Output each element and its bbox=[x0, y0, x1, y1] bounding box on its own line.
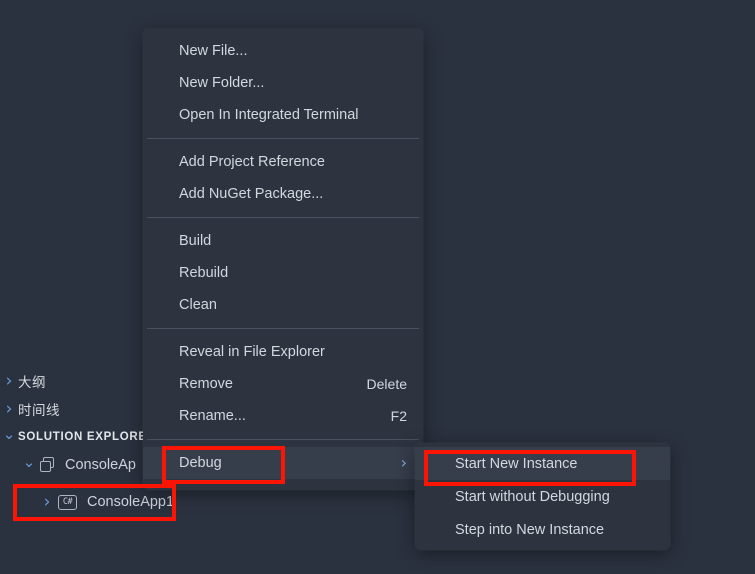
menu-item-shortcut: F2 bbox=[390, 408, 407, 424]
submenu-item-step-into-new-instance[interactable]: Step into New Instance bbox=[415, 513, 670, 546]
menu-item-label: Rebuild bbox=[179, 265, 229, 281]
menu-item-label: Open In Integrated Terminal bbox=[179, 107, 359, 123]
menu-item-remove[interactable]: Remove Delete bbox=[143, 368, 423, 400]
menu-item-label: Remove bbox=[179, 376, 233, 392]
tree-item-label: ConsoleApp1 bbox=[87, 494, 175, 510]
tree-item-solution[interactable]: ConsoleAp bbox=[18, 450, 136, 480]
csharp-icon: C# bbox=[58, 494, 77, 510]
menu-item-open-in-integrated-terminal[interactable]: Open In Integrated Terminal bbox=[143, 99, 423, 131]
menu-item-label: Debug bbox=[179, 455, 222, 471]
menu-item-label: Clean bbox=[179, 297, 217, 313]
menu-item-reveal-in-file-explorer[interactable]: Reveal in File Explorer bbox=[143, 336, 423, 368]
menu-item-label: Build bbox=[179, 233, 212, 249]
menu-item-label: Start without Debugging bbox=[455, 488, 610, 505]
menu-item-build[interactable]: Build bbox=[143, 225, 423, 257]
sidebar-panel-label: SOLUTION EXPLORER bbox=[18, 431, 156, 443]
menu-item-new-folder[interactable]: New Folder... bbox=[143, 67, 423, 99]
chevron-down-icon[interactable] bbox=[0, 430, 18, 445]
menu-item-label: New Folder... bbox=[179, 75, 265, 91]
menu-item-label: Step into New Instance bbox=[455, 521, 605, 538]
menu-item-debug[interactable]: Debug › bbox=[143, 447, 423, 479]
menu-separator bbox=[147, 439, 419, 440]
menu-item-label: Rename... bbox=[179, 408, 246, 424]
menu-item-shortcut: Delete bbox=[366, 376, 407, 392]
chevron-right-icon: › bbox=[400, 453, 407, 472]
chevron-right-icon[interactable] bbox=[36, 494, 58, 511]
menu-item-label: Add NuGet Package... bbox=[179, 186, 324, 202]
menu-item-rebuild[interactable]: Rebuild bbox=[143, 257, 423, 289]
menu-separator bbox=[147, 328, 419, 329]
submenu-item-start-without-debugging[interactable]: Start without Debugging bbox=[415, 480, 670, 513]
sidebar-panel-label: 大纲 bbox=[18, 375, 46, 390]
debug-submenu: Start New Instance Start without Debuggi… bbox=[415, 443, 670, 550]
submenu-item-start-new-instance[interactable]: Start New Instance bbox=[415, 447, 670, 480]
menu-item-label: New File... bbox=[179, 43, 248, 59]
solution-icon bbox=[40, 457, 56, 473]
menu-item-rename[interactable]: Rename... F2 bbox=[143, 400, 423, 432]
menu-item-clean[interactable]: Clean bbox=[143, 289, 423, 321]
menu-separator bbox=[147, 138, 419, 139]
tree-item-consoleapp1[interactable]: C# ConsoleApp1 bbox=[36, 487, 174, 517]
menu-item-label: Start New Instance bbox=[455, 455, 578, 472]
menu-item-label: Reveal in File Explorer bbox=[179, 344, 325, 360]
chevron-right-icon[interactable] bbox=[0, 401, 18, 418]
menu-item-new-file[interactable]: New File... bbox=[143, 35, 423, 67]
sidebar-panel-label: 时间线 bbox=[18, 403, 60, 418]
project-context-menu: New File... New Folder... Open In Integr… bbox=[143, 29, 423, 490]
tree-item-label: ConsoleAp bbox=[65, 457, 136, 473]
chevron-down-icon[interactable] bbox=[18, 458, 40, 473]
chevron-right-icon[interactable] bbox=[0, 373, 18, 390]
menu-separator bbox=[147, 217, 419, 218]
menu-item-add-project-reference[interactable]: Add Project Reference bbox=[143, 146, 423, 178]
menu-item-label: Add Project Reference bbox=[179, 154, 325, 170]
menu-item-add-nuget-package[interactable]: Add NuGet Package... bbox=[143, 178, 423, 210]
